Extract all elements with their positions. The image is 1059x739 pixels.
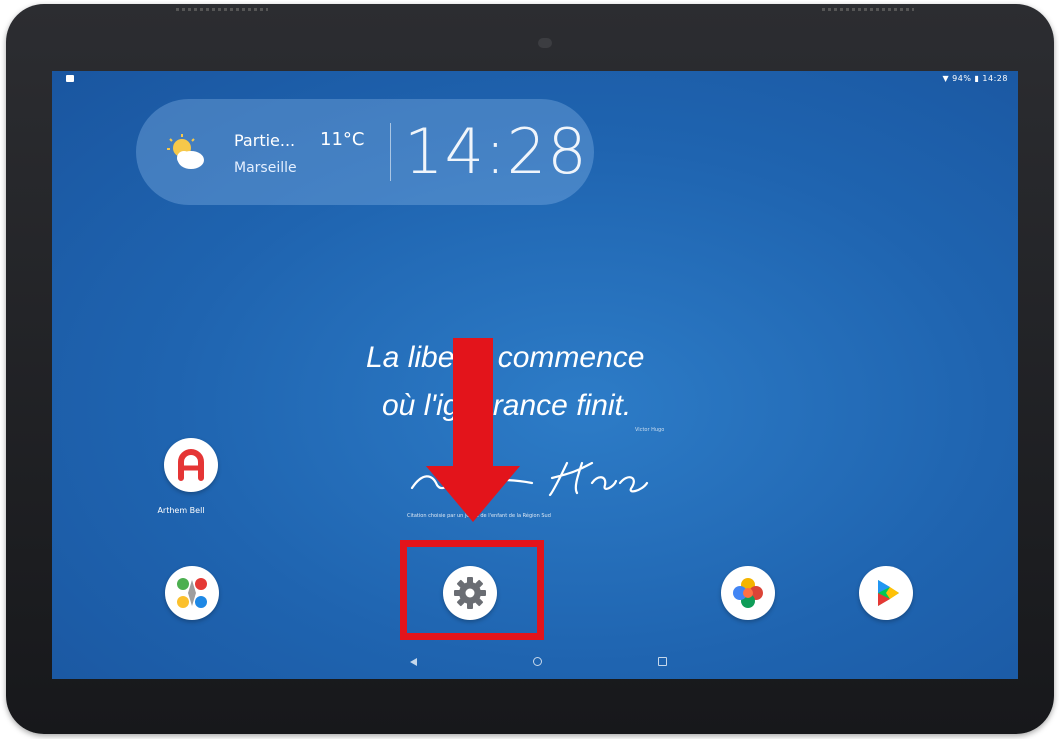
app-arthem-bell[interactable] bbox=[164, 438, 218, 492]
weather-clock-widget[interactable]: Partie... 11°C Marseille 14:28 bbox=[136, 99, 594, 205]
speaker-grille bbox=[822, 8, 914, 11]
speaker-grille bbox=[176, 8, 268, 11]
wallpaper-quote-line1: La liberté commence bbox=[366, 341, 645, 374]
quote-author: Victor Hugo bbox=[635, 427, 665, 433]
wallpaper-quote-line2: où l'ignorance finit. bbox=[382, 389, 632, 422]
partly-cloudy-icon bbox=[167, 134, 204, 169]
status-right: ▼ 94% ▮ 14:28 bbox=[942, 74, 1008, 83]
clock-time: 14:28 bbox=[404, 115, 588, 188]
app-flower[interactable] bbox=[721, 566, 775, 620]
weather-city: Marseille bbox=[234, 160, 297, 176]
app-play-store[interactable] bbox=[859, 566, 913, 620]
play-store-icon bbox=[878, 580, 899, 606]
recents-button[interactable] bbox=[658, 657, 667, 666]
front-camera bbox=[538, 38, 552, 48]
red-arrow-down-icon bbox=[426, 466, 520, 522]
notification-icon bbox=[66, 75, 74, 82]
settings-highlight-box bbox=[400, 540, 544, 640]
red-arrow-shaft bbox=[453, 338, 493, 470]
app-compass[interactable] bbox=[165, 566, 219, 620]
navigation-bar bbox=[52, 648, 1018, 679]
compass-apps-icon bbox=[177, 578, 207, 608]
back-button[interactable] bbox=[410, 658, 417, 666]
a-red-logo-icon bbox=[178, 449, 204, 481]
status-bar: ▼ 94% ▮ 14:28 bbox=[52, 71, 1018, 87]
app-label-arthem-bell: Arthem Bell bbox=[157, 506, 205, 515]
widget-divider bbox=[390, 123, 391, 181]
colorful-flower-icon bbox=[733, 578, 763, 608]
home-button[interactable] bbox=[533, 657, 542, 666]
weather-description: Partie... bbox=[234, 131, 296, 150]
weather-temperature: 11°C bbox=[320, 129, 365, 150]
